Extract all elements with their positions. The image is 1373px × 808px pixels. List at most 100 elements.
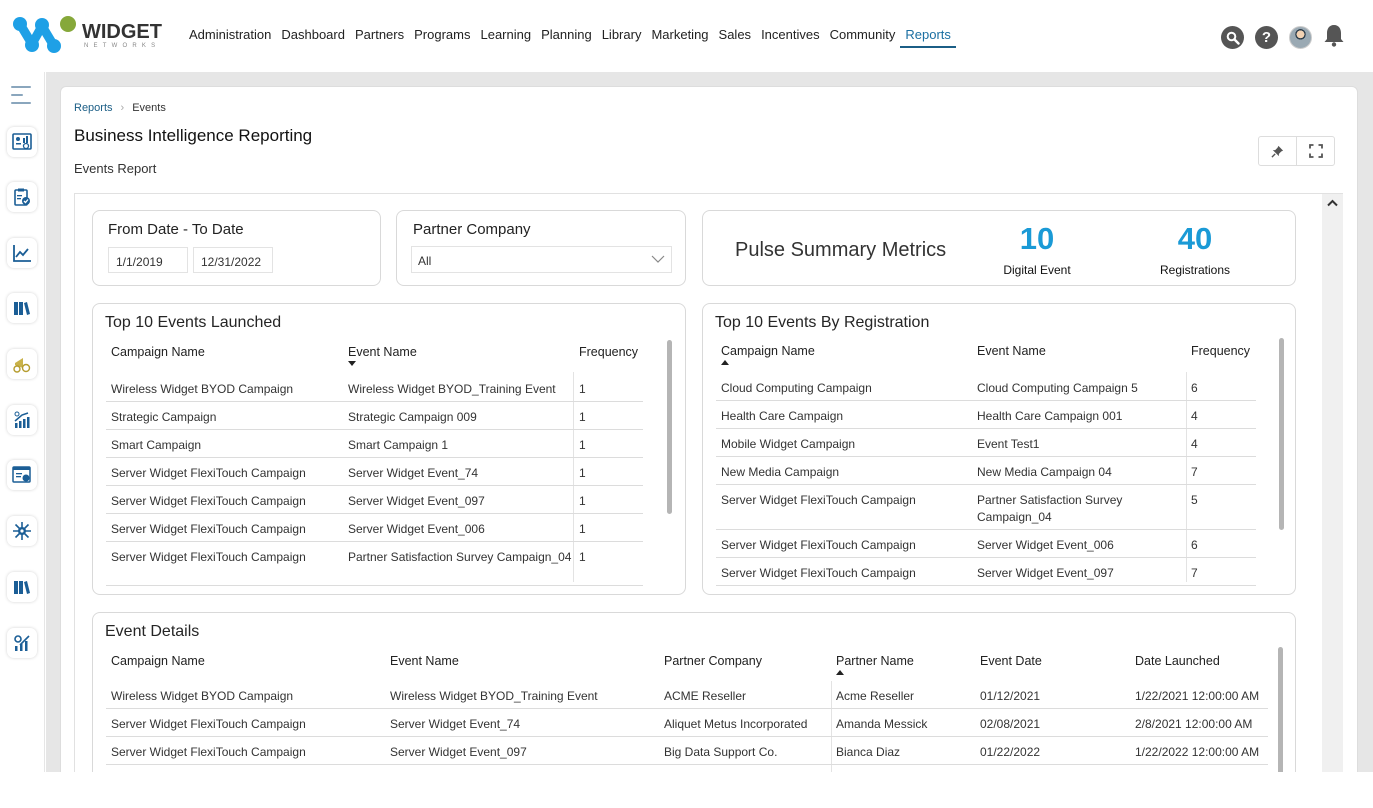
registration-table-scrollbar[interactable] xyxy=(1279,338,1284,530)
pulse-summary-panel: Pulse Summary Metrics 10 Digital Event 4… xyxy=(702,210,1296,286)
sidebar-item-report-dashboard[interactable] xyxy=(7,127,37,157)
table-cell-frequency: 7 xyxy=(1191,566,1198,580)
logo-tagline: NETWORKS xyxy=(84,43,161,49)
pulse-summary-title: Pulse Summary Metrics xyxy=(735,239,947,261)
table-row[interactable]: Server Widget FlexiTouch Campaign Server … xyxy=(106,514,643,542)
table-cell-event: New Media Campaign 04 xyxy=(977,465,1112,479)
column-header-event-name[interactable]: Event Name xyxy=(390,654,459,668)
sidebar-item-growth[interactable] xyxy=(7,405,37,435)
column-header-campaign-name[interactable]: Campaign Name xyxy=(111,654,205,668)
nav-dashboard[interactable]: Dashboard xyxy=(276,26,350,48)
bell-icon[interactable] xyxy=(1323,23,1345,52)
nav-library[interactable]: Library xyxy=(597,26,647,48)
column-header-event-date[interactable]: Event Date xyxy=(980,654,1042,668)
table-row[interactable]: Strategic Campaign Strategic Campaign 009… xyxy=(106,402,643,430)
table-cell-frequency: 6 xyxy=(1191,538,1198,552)
details-table-scrollbar[interactable] xyxy=(1278,647,1283,787)
books-icon xyxy=(14,581,30,594)
top-events-launched-title: Top 10 Events Launched xyxy=(105,314,282,331)
to-date-input[interactable]: 12/31/2022 xyxy=(193,247,273,273)
table-row[interactable]: Server Widget FlexiTouch Campaign Server … xyxy=(716,530,1256,558)
report-toolbar xyxy=(1258,136,1335,166)
table-row[interactable]: Server Widget FlexiTouch Campaign Server … xyxy=(106,458,643,486)
table-row[interactable]: Server Widget FlexiTouch Campaign Partner… xyxy=(106,542,643,586)
sidebar-item-analytics[interactable] xyxy=(7,628,37,658)
nav-reports[interactable]: Reports xyxy=(900,26,956,48)
table-cell-campaign: Server Widget FlexiTouch Campaign xyxy=(111,550,306,564)
nav-learning[interactable]: Learning xyxy=(475,26,536,48)
nav-incentives[interactable]: Incentives xyxy=(756,26,825,48)
column-header-frequency[interactable]: Frequency xyxy=(1191,344,1250,358)
nav-planning[interactable]: Planning xyxy=(536,26,597,48)
table-row[interactable]: Wireless Widget BYOD Campaign Wireless Wi… xyxy=(106,681,1268,709)
nav-partners[interactable]: Partners xyxy=(350,26,409,48)
table-cell-partner-company: Aliquet Metus Incorporated xyxy=(664,717,808,731)
sidebar-item-clipboard[interactable] xyxy=(7,182,37,212)
table-row[interactable]: Server Widget FlexiTouch Campaign Server … xyxy=(106,709,1268,737)
table-cell-partner-name: Bianca Diaz xyxy=(836,745,901,759)
table-cell-date-launched: 1/22/2022 12:00:00 AM xyxy=(1135,745,1260,759)
search-icon[interactable] xyxy=(1221,26,1244,49)
column-header-partner-name[interactable]: Partner Name xyxy=(836,654,914,675)
nav-administration[interactable]: Administration xyxy=(189,26,276,48)
table-cell-campaign: Health Care Campaign xyxy=(721,409,844,423)
column-header-campaign-name[interactable]: Campaign Name xyxy=(721,344,815,365)
column-header-event-name[interactable]: Event Name xyxy=(348,345,417,366)
sidebar-item-library[interactable] xyxy=(7,293,37,323)
table-row[interactable]: Server Widget FlexiTouch Campaign Server … xyxy=(106,486,643,514)
fullscreen-button[interactable] xyxy=(1296,137,1334,165)
table-cell-event-date: 01/12/2021 xyxy=(980,689,1041,703)
table-cell-event: Server Widget Event_097 xyxy=(390,745,527,759)
table-row[interactable]: New Media Campaign New Media Campaign 04 7 xyxy=(716,457,1256,485)
table-cell-event: Health Care Campaign 001 xyxy=(977,409,1123,423)
scroll-up-chevron-icon[interactable] xyxy=(1327,196,1338,210)
partner-company-select[interactable]: All xyxy=(411,246,672,273)
column-header-date-launched[interactable]: Date Launched xyxy=(1135,654,1220,668)
sidebar-item-marketing[interactable] xyxy=(7,349,37,379)
widget-networks-logo[interactable]: WIDGET NETWORKS xyxy=(12,14,162,56)
table-row[interactable]: Server Widget FlexiTouch Campaign Server … xyxy=(716,558,1256,586)
column-header-partner-company[interactable]: Partner Company xyxy=(664,654,762,668)
from-date-input[interactable]: 1/1/2019 xyxy=(108,247,188,273)
breadcrumb-reports-link[interactable]: Reports xyxy=(74,102,113,114)
main-nav: Administration Dashboard Partners Progra… xyxy=(189,26,956,48)
user-avatar[interactable] xyxy=(1289,26,1312,49)
table-row[interactable]: Server Widget FlexiTouch Campaign Partner… xyxy=(716,485,1256,530)
table-row[interactable]: Server Widget FlexiTouch Campaign Server … xyxy=(106,737,1268,765)
nav-programs[interactable]: Programs xyxy=(409,26,475,48)
nav-community[interactable]: Community xyxy=(825,26,901,48)
table-cell-event-date: 02/08/2021 xyxy=(980,717,1041,731)
table-row[interactable]: Wireless Widget BYOD Campaign Wireless Wi… xyxy=(106,374,643,402)
table-row[interactable]: Smart Campaign Smart Campaign 1 1 xyxy=(106,430,643,458)
sidebar-item-forms[interactable] xyxy=(7,460,37,490)
column-header-campaign-name[interactable]: Campaign Name xyxy=(111,345,205,359)
top-events-registration-title: Top 10 Events By Registration xyxy=(715,314,930,331)
help-icon[interactable]: ? xyxy=(1255,26,1278,49)
hamburger-menu-icon[interactable] xyxy=(11,86,31,106)
registrations-label: Registrations xyxy=(1159,263,1231,277)
table-cell-campaign: Server Widget FlexiTouch Campaign xyxy=(111,466,306,480)
table-row[interactable]: Cloud Computing Campaign Cloud Computing … xyxy=(716,373,1256,401)
event-details-panel: Event Details Campaign Name Event Name P… xyxy=(92,612,1296,792)
column-header-frequency[interactable]: Frequency xyxy=(579,345,638,359)
top-navigation-bar: WIDGET NETWORKS Administration Dashboard… xyxy=(0,0,1373,72)
sidebar-item-library-2[interactable] xyxy=(7,572,37,602)
launched-table-scrollbar[interactable] xyxy=(667,340,672,514)
table-cell-date-launched: 1/22/2021 12:00:00 AM xyxy=(1135,689,1260,703)
pin-button[interactable] xyxy=(1259,137,1296,165)
table-cell-event: Server Widget Event_006 xyxy=(348,522,485,536)
report-dashboard-icon xyxy=(12,133,32,150)
column-header-event-name[interactable]: Event Name xyxy=(977,344,1046,358)
nav-sales[interactable]: Sales xyxy=(714,26,757,48)
table-cell-campaign: Smart Campaign xyxy=(111,438,202,452)
table-cell-frequency: 1 xyxy=(579,522,586,536)
table-cell-frequency: 1 xyxy=(579,494,586,508)
table-row[interactable]: Health Care Campaign Health Care Campaign… xyxy=(716,401,1256,429)
sidebar-item-line-chart[interactable] xyxy=(7,238,37,268)
top-events-launched-panel: Top 10 Events Launched Campaign Name Eve… xyxy=(92,303,686,595)
nav-marketing[interactable]: Marketing xyxy=(646,26,713,48)
report-scrollbar[interactable] xyxy=(1322,194,1343,772)
table-row[interactable]: Mobile Widget Campaign Event Test1 4 xyxy=(716,429,1256,457)
sidebar-item-network[interactable] xyxy=(7,516,37,546)
column-header-label: Campaign Name xyxy=(721,344,815,358)
